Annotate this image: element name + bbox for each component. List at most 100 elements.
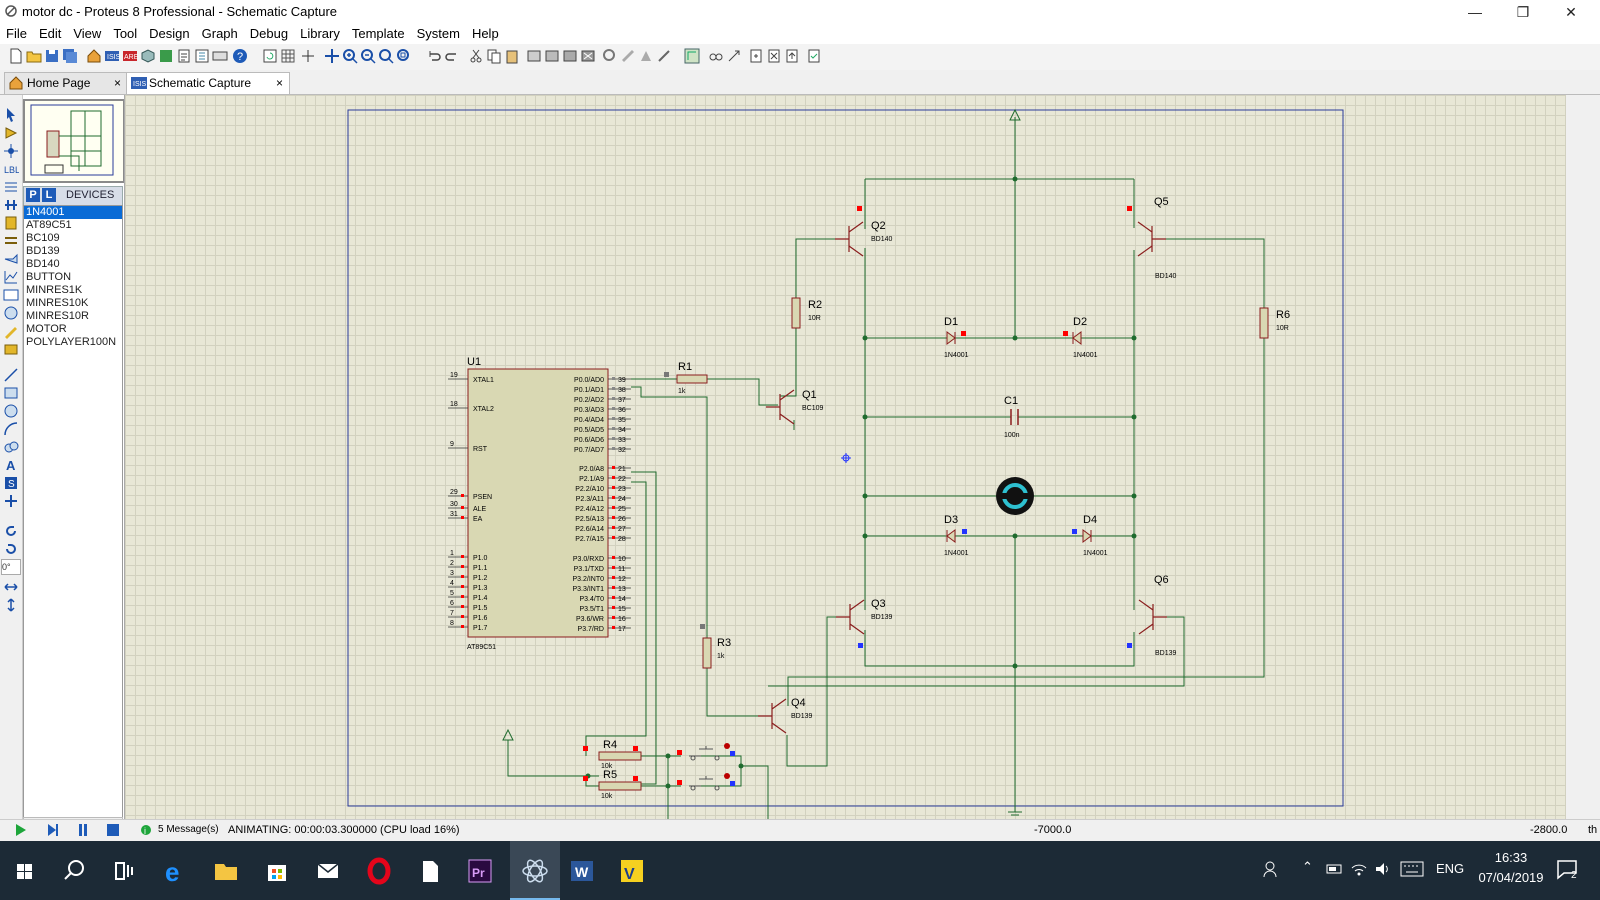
voltage-probe-icon[interactable] (3, 323, 19, 339)
keil-uvision-icon[interactable]: V (612, 851, 652, 891)
menu-library[interactable]: Library (294, 24, 346, 41)
zoom-all-icon[interactable] (378, 48, 394, 64)
exit-to-parent-icon[interactable] (784, 48, 800, 64)
remove-sheet-icon[interactable] (766, 48, 782, 64)
task-view-icon[interactable] (104, 851, 144, 891)
battery-icon[interactable] (1326, 862, 1344, 876)
close-button[interactable]: ✕ (1548, 0, 1594, 24)
menu-graph[interactable]: Graph (196, 24, 244, 41)
menu-help[interactable]: Help (466, 24, 505, 41)
component-mode-icon[interactable] (3, 125, 19, 141)
pan-icon[interactable] (324, 48, 340, 64)
stop-icon[interactable] (106, 823, 120, 837)
device-item-minres1k[interactable]: MINRES1K (24, 284, 122, 297)
menu-design[interactable]: Design (143, 24, 195, 41)
symbol-icon[interactable]: S (3, 475, 19, 491)
menu-template[interactable]: Template (346, 24, 411, 41)
help-icon[interactable]: ? (232, 48, 248, 64)
input-language[interactable]: ENG (1436, 861, 1464, 876)
packaging-tool-icon[interactable] (638, 48, 654, 64)
schematic-icon[interactable]: ISIS (104, 48, 120, 64)
save-icon[interactable] (44, 48, 60, 64)
volume-icon[interactable] (1374, 860, 1392, 878)
device-item-bc109[interactable]: BC109 (24, 232, 122, 245)
circle-icon[interactable] (3, 403, 19, 419)
text-script-icon[interactable] (3, 179, 19, 195)
menu-file[interactable]: File (0, 24, 33, 41)
cut-icon[interactable] (468, 48, 484, 64)
copy-icon[interactable] (486, 48, 502, 64)
windows-start-icon[interactable] (4, 851, 44, 891)
device-item-bd139[interactable]: BD139 (24, 245, 122, 258)
block-move-icon[interactable] (544, 48, 560, 64)
message-count[interactable]: 5 Message(s) (158, 824, 219, 835)
blank-document-icon[interactable] (410, 851, 450, 891)
proteus-taskbar-button[interactable] (510, 841, 560, 900)
show-hidden-icons-icon[interactable]: ⌃ (1302, 859, 1313, 875)
virtual-instruments-icon[interactable] (3, 341, 19, 357)
premiere-pro-icon[interactable]: Pr (460, 851, 500, 891)
generator-icon[interactable] (3, 305, 19, 321)
text-icon[interactable]: A (3, 457, 19, 473)
device-item-bd140[interactable]: BD140 (24, 258, 122, 271)
grid-toggle-icon[interactable] (280, 48, 296, 64)
block-delete-icon[interactable] (580, 48, 596, 64)
mirror-horizontal-icon[interactable] (3, 579, 19, 595)
3d-view-icon[interactable] (140, 48, 156, 64)
pcb-layout-icon[interactable]: ARES (122, 48, 138, 64)
tab-schematic-capture[interactable]: ISIS Schematic Capture × (126, 72, 290, 94)
refresh-icon[interactable] (262, 48, 278, 64)
save-all-icon[interactable] (62, 48, 78, 64)
tab-home-page-close[interactable]: × (114, 73, 121, 93)
edge-browser-icon[interactable]: e (155, 851, 195, 891)
word-icon[interactable]: W (562, 851, 602, 891)
menu-system[interactable]: System (411, 24, 466, 41)
tab-home-page[interactable]: Home Page × (4, 72, 128, 94)
mirror-vertical-icon[interactable] (3, 597, 19, 613)
selection-mode-icon[interactable] (3, 107, 19, 123)
search-tag-icon[interactable] (708, 48, 724, 64)
device-item-polylayer100n[interactable]: POLYLAYER100N (24, 336, 122, 349)
opera-browser-icon[interactable] (359, 851, 399, 891)
pick-device-icon[interactable] (602, 48, 618, 64)
new-file-icon[interactable] (8, 48, 24, 64)
bom-icon[interactable] (176, 48, 192, 64)
design-explorer-icon[interactable] (212, 48, 228, 64)
redo-icon[interactable] (444, 48, 460, 64)
property-assignment-icon[interactable] (726, 48, 742, 64)
rotate-clockwise-icon[interactable] (3, 523, 19, 539)
restore-button[interactable]: ❐ (1500, 0, 1546, 24)
menu-view[interactable]: View (67, 24, 107, 41)
clock-time[interactable]: 16:33 (1476, 850, 1546, 865)
origin-icon[interactable] (300, 48, 316, 64)
people-icon[interactable] (1262, 859, 1282, 879)
open-folder-icon[interactable] (26, 48, 42, 64)
search-icon[interactable] (54, 851, 94, 891)
touch-keyboard-icon[interactable] (1400, 861, 1424, 877)
home-icon[interactable] (86, 48, 102, 64)
line-icon[interactable] (3, 367, 19, 383)
electrical-rule-check-icon[interactable] (806, 48, 822, 64)
arc-icon[interactable] (3, 421, 19, 437)
rotation-angle-field[interactable]: 0° (1, 559, 21, 575)
gerber-icon[interactable] (158, 48, 174, 64)
wifi-icon[interactable] (1350, 860, 1368, 878)
zoom-in-icon[interactable] (342, 48, 358, 64)
step-icon[interactable] (46, 823, 60, 837)
menu-debug[interactable]: Debug (244, 24, 294, 41)
device-item-at89c51[interactable]: AT89C51 (24, 219, 122, 232)
zoom-area-icon[interactable] (396, 48, 412, 64)
make-device-icon[interactable] (620, 48, 636, 64)
subcircuit-icon[interactable] (3, 215, 19, 231)
new-sheet-icon[interactable] (748, 48, 764, 64)
device-item-minres10r[interactable]: MINRES10R (24, 310, 122, 323)
device-item-motor[interactable]: MOTOR (24, 323, 122, 336)
schematic-editing-window[interactable]: U1 AT89C51 19 XTAL1 18 XTAL2 9 RST 29 PSEN 30 ALE… (124, 95, 1567, 819)
wire-label-icon[interactable]: LBL (3, 161, 19, 177)
tab-schematic-capture-close[interactable]: × (276, 73, 283, 93)
mail-icon[interactable] (308, 851, 348, 891)
decompose-icon[interactable] (656, 48, 672, 64)
graph-icon[interactable] (3, 269, 19, 285)
marker-icon[interactable] (3, 493, 19, 509)
message-status-icon[interactable]: i (140, 824, 152, 836)
